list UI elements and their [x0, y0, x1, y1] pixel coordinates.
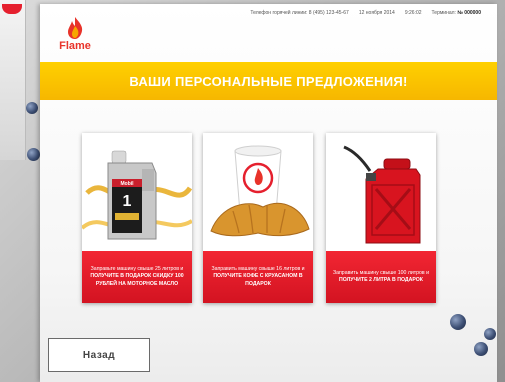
coffee-croissant-image: [203, 133, 313, 251]
date-text: 12 ноября 2014: [358, 10, 395, 16]
offer-condition: Заправить машину свыше 100 литров и: [332, 269, 429, 276]
terminal-label: Терминал:: [431, 10, 456, 16]
blueberry-decoration: [27, 148, 40, 161]
flame-icon: [68, 17, 83, 39]
blueberry-decoration: [474, 342, 488, 356]
banner-title: ВАШИ ПЕРСОНАЛЬНЫЕ ПРЕДЛОЖЕНИЯ!: [129, 73, 408, 89]
background-card-accent: [2, 4, 22, 14]
svg-text:1: 1: [123, 193, 132, 210]
offer-reward: ПОЛУЧИТЕ КОФЕ С КРУАСАНОМ В ПОДАРОК: [213, 273, 303, 287]
offer-condition: Заправить машину свыше 16 литров и: [211, 266, 305, 273]
red-jerrycan-icon: [343, 145, 421, 244]
blueberry-decoration: [484, 328, 496, 340]
time-text: 9:26:02: [404, 10, 422, 16]
status-bar: Телефон горячей линии: 8 (495) 123-45-67…: [40, 4, 497, 22]
offer-caption: Заправить машину свыше 100 литров и ПОЛУ…: [326, 251, 436, 303]
svg-text:Mobil: Mobil: [120, 181, 134, 187]
offer-card-jerrycan[interactable]: Заправить машину свыше 100 литров и ПОЛУ…: [326, 133, 436, 303]
blueberry-decoration: [26, 102, 38, 114]
offer-reward: ПОЛУЧИТЕ 2 ЛИТРА В ПОДАРОК: [339, 277, 423, 283]
brand-name: Flame: [59, 40, 91, 52]
offer-caption: Заправьте машину свыше 25 литров и ПОЛУЧ…: [82, 251, 192, 303]
terminal-number: № 000000: [457, 10, 481, 16]
offer-card-coffee[interactable]: Заправить машину свыше 16 литров и ПОЛУЧ…: [203, 133, 313, 303]
background-card: [0, 0, 26, 160]
terminal-info: Терминал: № 000000: [432, 10, 481, 16]
hotline-text: Телефон горячей линии: 8 (495) 123-45-67: [250, 10, 349, 16]
offer-reward: ПОЛУЧИТЕ В ПОДАРОК СКИДКУ 100 РУБЛЕЙ НА …: [90, 273, 184, 287]
offer-card-oil[interactable]: 1 Mobil Заправьте машину свыше 25 литров…: [80, 133, 194, 303]
offer-caption: Заправить машину свыше 16 литров и ПОЛУЧ…: [203, 251, 313, 303]
motor-oil-canister-icon: 1 Mobil: [80, 150, 194, 240]
brand-logo: Flame: [58, 17, 92, 52]
kiosk-screen: Телефон горячей линии: 8 (495) 123-45-67…: [40, 4, 497, 382]
offer-condition: Заправьте машину свыше 25 литров и: [90, 266, 184, 273]
coffee-croissant-icon: [210, 145, 310, 237]
blueberry-decoration: [450, 314, 466, 330]
motor-oil-image: 1 Mobil: [80, 133, 194, 251]
offers-banner: ВАШИ ПЕРСОНАЛЬНЫЕ ПРЕДЛОЖЕНИЯ!: [40, 62, 497, 100]
back-button[interactable]: Назад: [48, 338, 150, 372]
fuel-jerrycan-image: [326, 133, 436, 251]
